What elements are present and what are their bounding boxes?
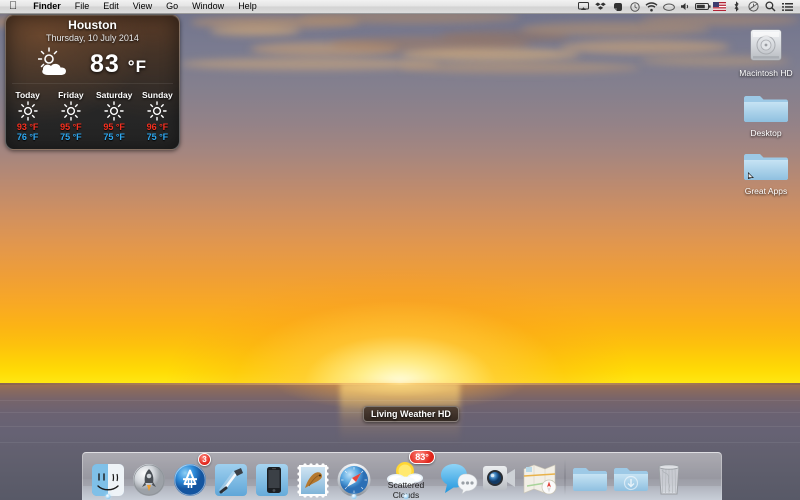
weather-temp-badge: 83° xyxy=(409,450,435,464)
us-flag-input-menu-icon[interactable] xyxy=(711,0,728,14)
desktop-icon-label: Macintosh HD xyxy=(728,68,800,79)
battery-icon[interactable] xyxy=(694,0,711,14)
cloud-icon[interactable] xyxy=(660,0,677,14)
menu-item-file[interactable]: File xyxy=(68,0,97,13)
bluetooth-icon[interactable] xyxy=(728,0,745,14)
menu-item-edit[interactable]: Edit xyxy=(96,0,126,13)
notification-center-icon[interactable] xyxy=(779,0,796,14)
sun-icon xyxy=(93,100,136,122)
dock-item-documents-folder[interactable] xyxy=(570,454,610,498)
desktop-icon-desktop[interactable]: Desktop xyxy=(728,82,800,139)
menu-item-go[interactable]: Go xyxy=(159,0,185,13)
dock-separator xyxy=(564,459,566,495)
desktop-icon-label: Desktop xyxy=(728,128,800,139)
folder-downloads-icon xyxy=(613,462,649,498)
safari-compass-icon xyxy=(336,462,372,498)
apple-logo-icon[interactable]:  xyxy=(0,0,26,13)
dock-item-xcode[interactable] xyxy=(211,454,251,498)
menu-item-view[interactable]: View xyxy=(126,0,159,13)
time-machine-icon[interactable] xyxy=(745,0,762,14)
launchpad-rocket-icon xyxy=(131,462,167,498)
dock-item-maps[interactable] xyxy=(520,454,560,498)
forecast-day-friday[interactable]: Friday 95 °F 75 °F xyxy=(49,90,92,142)
weather-date: Thursday, 10 July 2014 xyxy=(6,33,179,43)
desktop-icon-label: Great Apps xyxy=(728,186,800,197)
dock-item-messages[interactable] xyxy=(438,454,478,498)
sun-icon xyxy=(49,100,92,122)
messages-bubbles-icon xyxy=(440,462,476,498)
facetime-camera-icon xyxy=(481,462,517,498)
widget-divider xyxy=(12,83,173,84)
dock-item-mail[interactable] xyxy=(293,454,333,498)
menu-bar[interactable]:  Finder File Edit View Go Window Help xyxy=(0,0,800,14)
menu-bar-status-area xyxy=(575,0,800,13)
dock-item-app-store[interactable]: 3 xyxy=(170,454,210,498)
maps-icon xyxy=(522,462,558,498)
weather-forecast-row: Today 93 °F 76 °F Friday 95 °F 75 °F Sat… xyxy=(6,90,179,142)
mail-stamp-icon xyxy=(295,462,331,498)
dock-item-safari[interactable] xyxy=(334,454,374,498)
desktop-icon-great-apps[interactable]: Great Apps xyxy=(728,140,800,197)
sun-icon xyxy=(6,100,49,122)
wifi-icon[interactable] xyxy=(643,0,660,14)
trash-can-icon xyxy=(654,462,690,498)
dock-item-trash[interactable] xyxy=(652,454,692,498)
iphone-simulator-icon xyxy=(254,462,290,498)
dock-item-ios-simulator[interactable] xyxy=(252,454,292,498)
forecast-day-today[interactable]: Today 93 °F 76 °F xyxy=(6,90,49,142)
dock-item-living-weather-hd[interactable]: Scattered Clouds 83° xyxy=(375,454,437,498)
forecast-day-sunday[interactable]: Sunday 96 °F 75 °F xyxy=(136,90,179,142)
weather-sun-clouds-icon: Scattered Clouds xyxy=(384,458,428,498)
menu-item-window[interactable]: Window xyxy=(185,0,231,13)
sun-icon xyxy=(136,100,179,122)
finder-icon xyxy=(90,462,126,498)
app-store-icon xyxy=(172,462,208,498)
folder-icon xyxy=(728,82,800,126)
weather-city: Houston xyxy=(6,18,179,32)
weather-temperature: 83 °F xyxy=(90,50,147,79)
evernote-icon[interactable] xyxy=(609,0,626,14)
airplay-icon[interactable] xyxy=(575,0,592,14)
menu-item-finder[interactable]: Finder xyxy=(26,0,68,13)
dock-item-facetime[interactable] xyxy=(479,454,519,498)
dock-items: 3 xyxy=(82,452,722,500)
dock-item-downloads-folder[interactable] xyxy=(611,454,651,498)
clock-history-icon[interactable] xyxy=(626,0,643,14)
running-indicator xyxy=(106,494,111,499)
folder-alias-icon xyxy=(728,140,800,184)
hard-drive-icon xyxy=(728,22,800,66)
forecast-day-saturday[interactable]: Saturday 95 °F 75 °F xyxy=(93,90,136,142)
dock[interactable]: 3 xyxy=(82,452,722,500)
running-indicator xyxy=(404,494,409,499)
sun-behind-cloud-icon xyxy=(38,47,76,82)
dock-item-launchpad[interactable] xyxy=(129,454,169,498)
dock-tooltip: Living Weather HD xyxy=(363,406,459,422)
xcode-hammer-icon xyxy=(213,462,249,498)
app-store-badge: 3 xyxy=(198,453,211,466)
menu-item-help[interactable]: Help xyxy=(231,0,264,13)
living-weather-widget[interactable]: Houston Thursday, 10 July 2014 83 °F Tod… xyxy=(5,14,180,150)
volume-icon[interactable] xyxy=(677,0,694,14)
desktop-icon-macintosh-hd[interactable]: Macintosh HD xyxy=(728,22,800,79)
folder-icon xyxy=(572,462,608,498)
spotlight-search-icon[interactable] xyxy=(762,0,779,14)
weather-current: 83 °F xyxy=(6,47,179,81)
running-indicator xyxy=(352,494,357,499)
menu-bar-left:  Finder File Edit View Go Window Help xyxy=(0,0,264,13)
dock-item-finder[interactable] xyxy=(88,454,128,498)
dropbox-icon[interactable] xyxy=(592,0,609,14)
